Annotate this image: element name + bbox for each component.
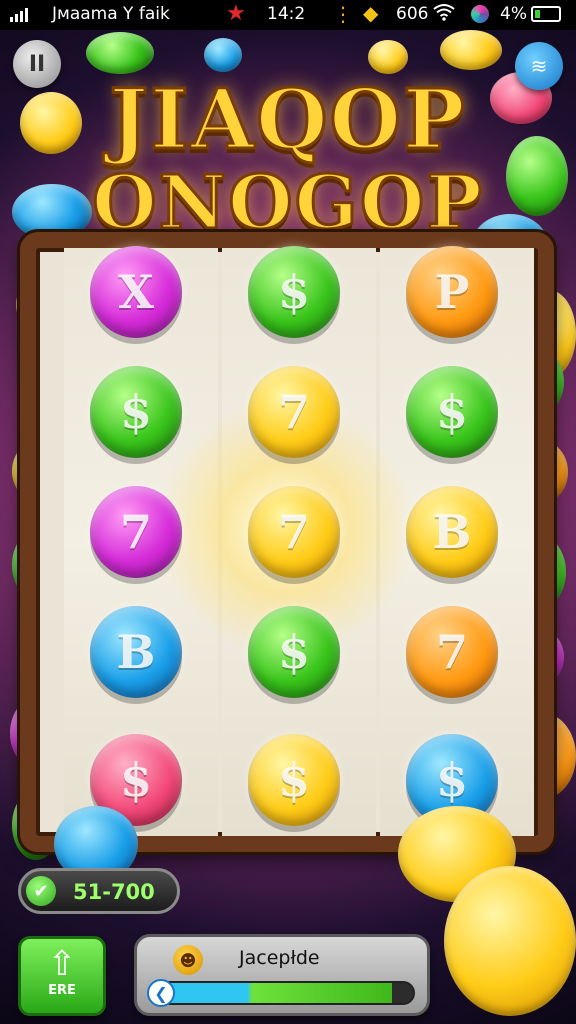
coin-symbol: 7	[277, 385, 310, 439]
coin-symbol: $	[119, 753, 152, 807]
coin-symbol: 7	[277, 505, 310, 559]
up-arrow-icon: ⇧	[47, 944, 77, 984]
coin-symbol: $	[277, 753, 310, 807]
coin-symbol: $	[435, 385, 468, 439]
coin-symbol: $	[435, 753, 468, 807]
decor-coin	[204, 38, 242, 72]
carrier-label: Jмааmа Y faik	[52, 4, 170, 24]
reel-coin: 7	[248, 486, 340, 578]
jackpot-progress-panel: ☻ Jacepłde ❮	[134, 934, 430, 1016]
balance-value: 51-700	[73, 880, 155, 904]
reel-coin: 7	[90, 486, 182, 578]
check-icon: ✔	[26, 876, 56, 906]
coin-symbol: B	[432, 505, 472, 559]
battery-icon	[531, 6, 561, 22]
reel-coin: $	[90, 366, 182, 458]
decor-coin	[440, 30, 502, 70]
slot-machine-frame: X $7 B $ $7 7 $ $ P $ B 7 $	[20, 232, 554, 852]
reel-coin: $	[248, 606, 340, 698]
reel-coin: 7	[406, 606, 498, 698]
coin-symbol: 7	[435, 625, 468, 679]
signal-icon	[10, 8, 28, 22]
wifi-icon	[433, 3, 455, 26]
status-number: 606	[396, 4, 429, 24]
progress-fill	[151, 983, 393, 1003]
coin-symbol: $	[277, 625, 310, 679]
decor-coin	[368, 40, 408, 74]
shield-icon: ◆	[363, 1, 379, 25]
reel-coin: 7	[248, 366, 340, 458]
balance-display: ✔ 51-700	[18, 868, 180, 914]
reel-coin: B	[90, 606, 182, 698]
ere-label: ERE	[48, 983, 76, 998]
game-title-line1: JIAQOP	[108, 71, 467, 170]
coin-symbol: $	[119, 385, 152, 439]
face-icon: ☻	[173, 945, 203, 975]
coin-symbol: 7	[119, 505, 152, 559]
back-arrow-button[interactable]: ❮	[147, 979, 175, 1007]
reel-coin: $	[406, 366, 498, 458]
ere-button[interactable]: ⇧ ERE	[18, 936, 106, 1016]
star-icon: ★	[226, 1, 246, 26]
coin-symbol: $	[277, 265, 310, 319]
battery-fill	[535, 10, 540, 18]
status-bar: Jмааmа Y faik ★ 14:2 ⋮ ◆ 606 4%	[0, 0, 576, 30]
reel-coin: $	[248, 246, 340, 338]
reel-coin: P	[406, 246, 498, 338]
reel-coin: $	[248, 734, 340, 826]
decor-coin	[444, 866, 576, 1016]
reel-coin: B	[406, 486, 498, 578]
more-icon: ⋮	[333, 2, 353, 26]
progress-track	[149, 981, 415, 1005]
coin-symbol: P	[434, 265, 470, 319]
battery-percent: 4%	[500, 4, 527, 24]
progress-label: Jacepłde	[239, 947, 320, 969]
app-icon	[471, 5, 489, 23]
coin-symbol: X	[118, 265, 154, 319]
coin-symbol: B	[116, 625, 156, 679]
decor-coin	[86, 32, 154, 74]
reel-coin: X	[90, 246, 182, 338]
status-time: 14:2	[267, 4, 306, 24]
